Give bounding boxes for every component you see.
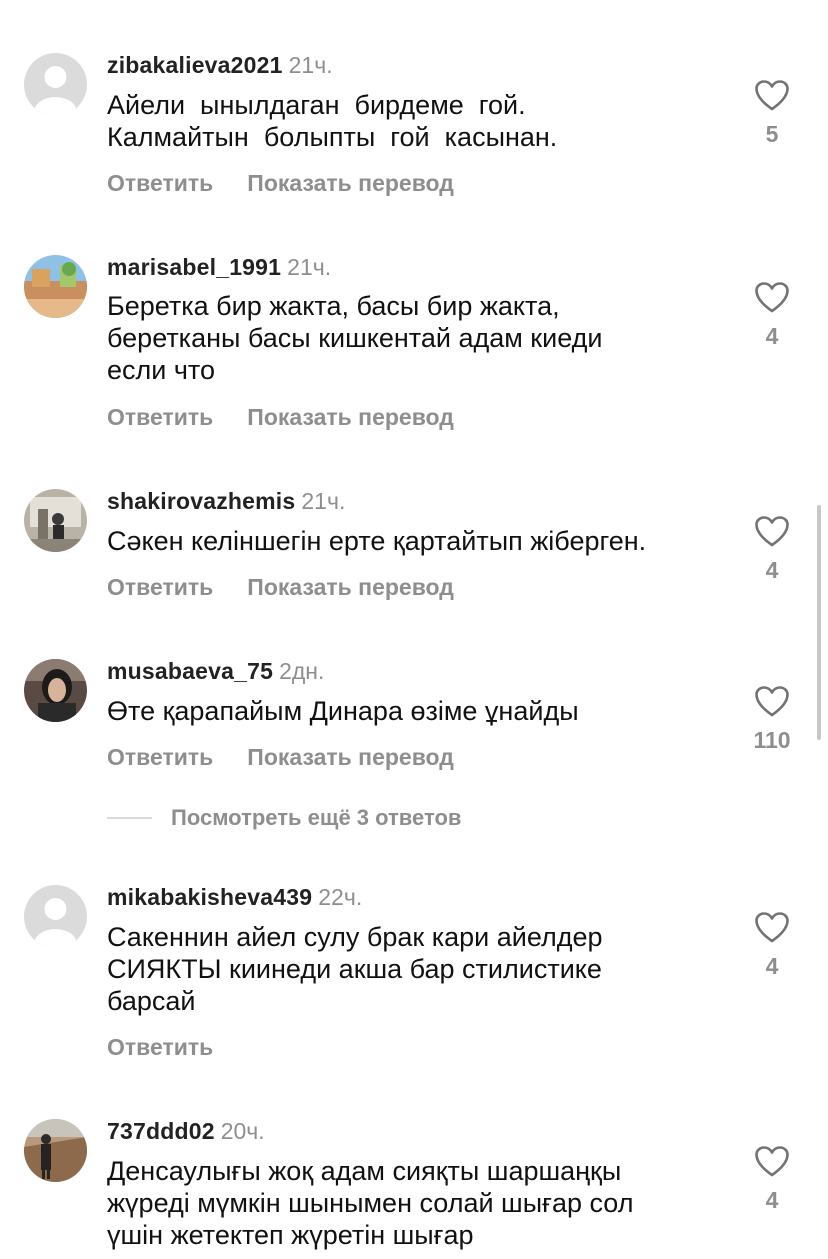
- comment-actions: Ответить Показать перевод: [107, 574, 454, 601]
- timestamp: 22ч.: [318, 884, 363, 910]
- comment-text: Айели ынылдаган бирдеме гой. Калмайтын б…: [107, 89, 717, 153]
- comment-header: zibakalieva2021 21ч.: [107, 52, 333, 79]
- avatar[interactable]: [24, 489, 87, 552]
- comment-actions: Ответить Показать перевод: [107, 744, 454, 771]
- like-count: 4: [765, 953, 779, 979]
- comment-line: Сакеннин айел сулу брак кари айелдер: [107, 922, 603, 952]
- avatar[interactable]: [24, 53, 87, 116]
- comment-line: СИЯКТЫ киинеди акша бар стилистике: [107, 954, 602, 984]
- reply-button[interactable]: Ответить: [107, 170, 213, 196]
- avatar[interactable]: [24, 255, 87, 318]
- comment-actions: Ответить Показать перевод: [107, 170, 454, 197]
- like-count: 4: [765, 323, 779, 349]
- comment-actions: Ответить Показать перевод: [107, 404, 454, 431]
- comment-line: үшін жетектеп жүретін шығар: [107, 1220, 474, 1250]
- timestamp: 21ч.: [301, 488, 346, 514]
- like-control: 5: [748, 80, 796, 148]
- heart-icon[interactable]: [748, 282, 796, 313]
- comment-line: Беретка бир жакта, басы бир жакта,: [107, 291, 560, 321]
- avatar[interactable]: [24, 659, 87, 722]
- avatar[interactable]: [24, 885, 87, 948]
- view-more-replies-button[interactable]: Посмотреть ещё 3 ответов: [107, 803, 461, 833]
- comment-actions: Ответить: [107, 1034, 213, 1061]
- username[interactable]: mikabakisheva439: [107, 884, 312, 910]
- divider: [107, 817, 152, 819]
- reply-button[interactable]: Ответить: [107, 404, 213, 430]
- comment-text: Сәкен келіншегін ерте қартайтып жіберген…: [107, 525, 717, 557]
- heart-icon[interactable]: [748, 80, 796, 111]
- like-control: 4: [748, 282, 796, 350]
- timestamp: 20ч.: [220, 1118, 265, 1144]
- comment-header: shakirovazhemis 21ч.: [107, 488, 345, 515]
- reply-button[interactable]: Ответить: [107, 574, 213, 600]
- like-count: 4: [765, 1187, 779, 1213]
- show-translation-button[interactable]: Показать перевод: [247, 744, 454, 770]
- comment-line: барсай: [107, 986, 196, 1016]
- like-control: 4: [748, 516, 796, 584]
- comment-line: Сәкен келіншегін ерте қартайтып жіберген…: [107, 526, 647, 556]
- username[interactable]: 737ddd02: [107, 1118, 215, 1144]
- comment-text: Беретка бир жакта, басы бир жакта, берет…: [107, 290, 717, 386]
- username[interactable]: marisabel_1991: [107, 254, 281, 280]
- comment-header: mikabakisheva439 22ч.: [107, 884, 362, 911]
- comment-text: Сакеннин айел сулу брак кари айелдер СИЯ…: [107, 921, 717, 1017]
- heart-icon[interactable]: [748, 912, 796, 943]
- show-translation-button[interactable]: Показать перевод: [247, 574, 454, 600]
- comment-line: Айели ынылдаган бирдеме гой.: [107, 90, 526, 120]
- like-control: 110: [738, 686, 806, 754]
- heart-icon[interactable]: [748, 516, 796, 547]
- comment-line: Өте қарапайым Динара өзіме ұнайды: [107, 696, 579, 726]
- username[interactable]: shakirovazhemis: [107, 488, 295, 514]
- timestamp: 21ч.: [287, 254, 332, 280]
- comment-header: musabaeva_75 2дн.: [107, 658, 324, 685]
- like-control: 4: [748, 912, 796, 980]
- heart-icon[interactable]: [748, 1146, 796, 1177]
- like-count: 110: [753, 727, 791, 753]
- comment-text: Денсаулығы жоқ адам сияқты шаршаңқы жүре…: [107, 1155, 717, 1251]
- reply-button[interactable]: Ответить: [107, 744, 213, 770]
- reply-button[interactable]: Ответить: [107, 1034, 213, 1060]
- view-more-replies-label: Посмотреть ещё 3 ответов: [171, 805, 462, 830]
- comment-line: беретканы басы кишкентай адам киеди: [107, 323, 603, 353]
- show-translation-button[interactable]: Показать перевод: [247, 170, 454, 196]
- comment-line: жүреді мүмкін шынымен солай шығар сол: [107, 1188, 634, 1218]
- show-translation-button[interactable]: Показать перевод: [247, 404, 454, 430]
- like-count: 4: [765, 557, 779, 583]
- like-control: 4: [748, 1146, 796, 1214]
- comment-header: 737ddd02 20ч.: [107, 1118, 265, 1145]
- scrollbar[interactable]: [817, 505, 821, 740]
- comment-header: marisabel_1991 21ч.: [107, 254, 331, 281]
- avatar[interactable]: [24, 1119, 87, 1182]
- username[interactable]: zibakalieva2021: [107, 52, 283, 78]
- like-count: 5: [765, 121, 779, 147]
- comment-line: Денсаулығы жоқ адам сияқты шаршаңқы: [107, 1156, 622, 1186]
- timestamp: 21ч.: [288, 52, 333, 78]
- username[interactable]: musabaeva_75: [107, 658, 273, 684]
- heart-icon[interactable]: [738, 686, 806, 717]
- timestamp: 2дн.: [279, 658, 325, 684]
- comment-line: Калмайтын болыпты гой касынан.: [107, 122, 558, 152]
- comment-line: если что: [107, 355, 215, 385]
- comment-text: Өте қарапайым Динара өзіме ұнайды: [107, 695, 717, 727]
